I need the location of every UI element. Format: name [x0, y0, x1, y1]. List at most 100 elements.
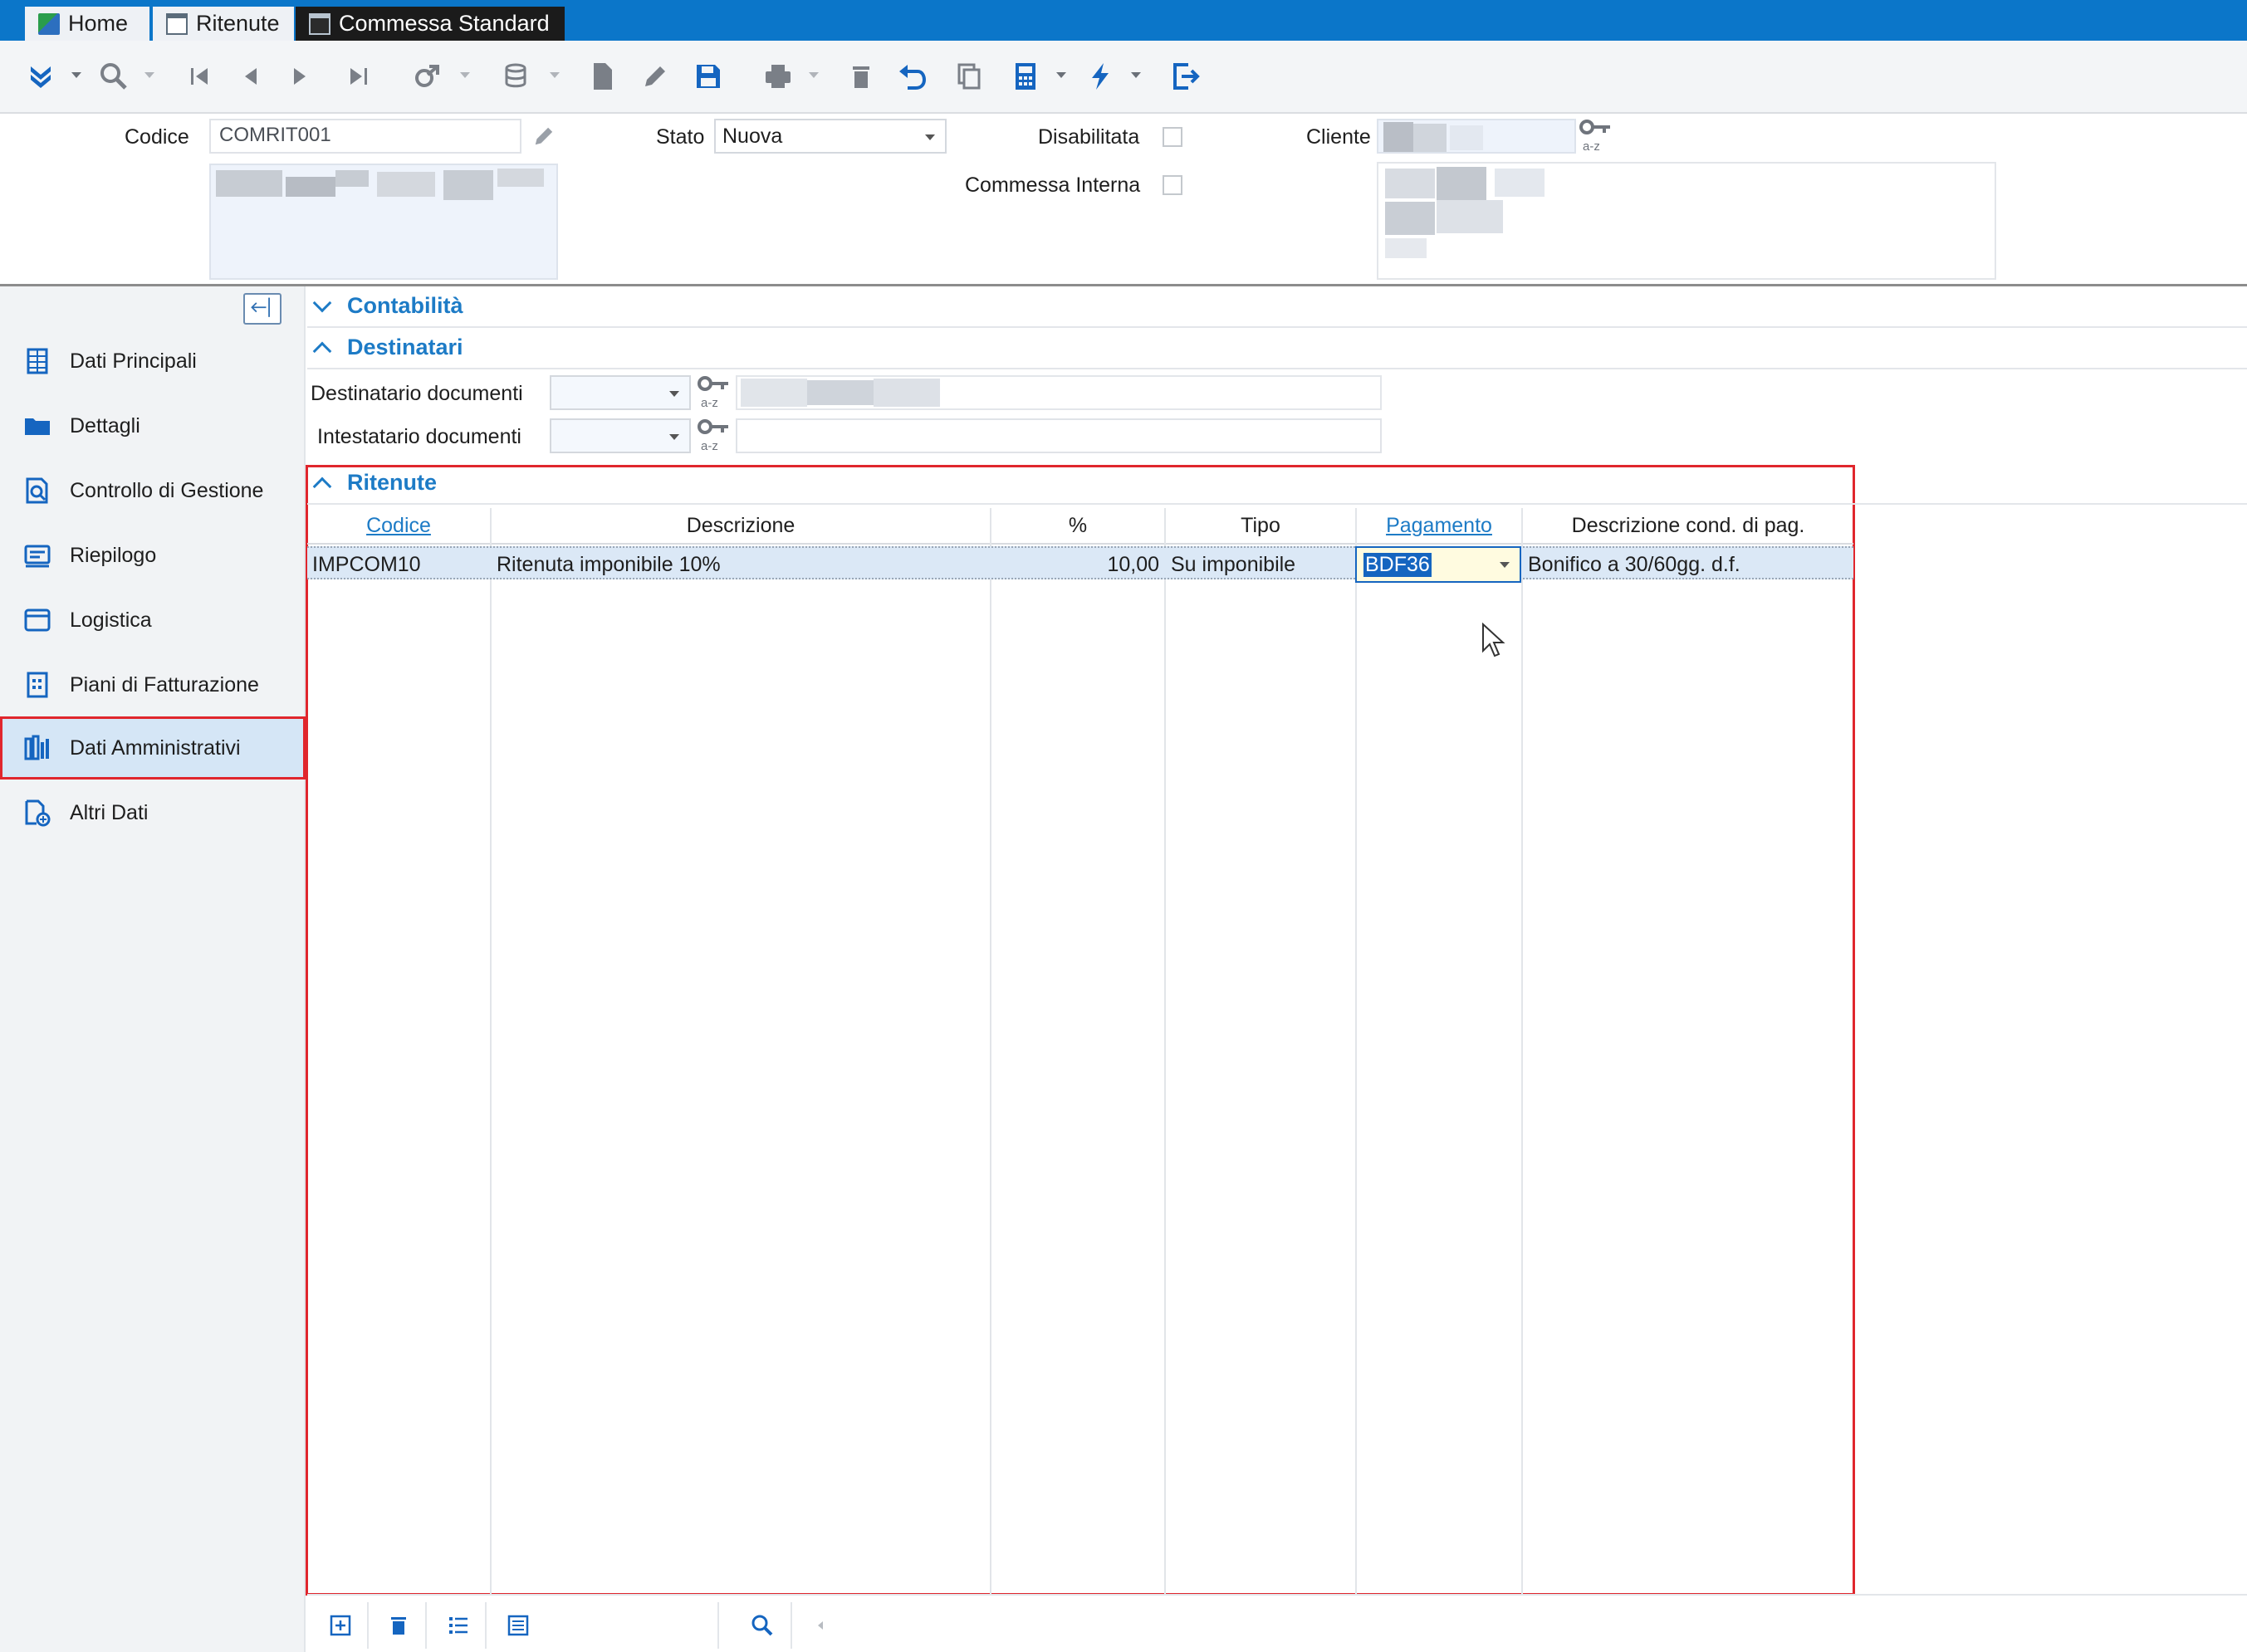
codice-value: COMRIT001 — [219, 124, 331, 146]
table-row[interactable]: IMPCOM10 Ritenuta imponibile 10% 10,00 S… — [307, 546, 1853, 583]
collapse-sidebar-icon[interactable] — [243, 293, 281, 325]
chevron-up-icon — [312, 477, 332, 496]
search-document-icon — [26, 477, 48, 504]
invoice-icon — [27, 672, 48, 698]
database-icon[interactable] — [497, 56, 538, 97]
undo-icon[interactable] — [892, 56, 933, 97]
grid-search-icon[interactable] — [744, 1607, 781, 1644]
column-header-percentuale[interactable]: % — [991, 508, 1164, 545]
detail-view-icon[interactable] — [500, 1607, 536, 1644]
grid-toolbar — [307, 1594, 2247, 1652]
expand-icon[interactable] — [20, 56, 61, 97]
section-ritenute[interactable]: Ritenute — [307, 463, 1853, 505]
stato-value: Nuova — [722, 125, 783, 148]
commessa-interna-label: Commessa Interna — [965, 174, 1141, 197]
svg-text:a-z: a-z — [1583, 139, 1600, 154]
sidebar-item-altri-dati[interactable]: Altri Dati — [0, 781, 306, 844]
chevron-down-icon — [669, 434, 679, 440]
add-row-icon[interactable] — [322, 1607, 359, 1644]
list-view-icon[interactable] — [440, 1607, 477, 1644]
first-record-icon[interactable] — [179, 56, 220, 97]
chevron-up-icon — [312, 341, 332, 361]
sidebar-item-piani-di-fatturazione[interactable]: Piani di Fatturazione — [0, 653, 306, 716]
box-icon — [24, 609, 51, 632]
column-header-codice[interactable]: Codice — [307, 508, 490, 545]
cell-percentuale[interactable]: 10,00 — [991, 548, 1164, 581]
record-header: Codice COMRIT001 Stato Nuova Disabilitat… — [0, 114, 2247, 286]
destinatario-description-field — [736, 375, 1382, 410]
codice-field[interactable]: COMRIT001 — [209, 119, 521, 154]
intestatario-lookup-key-icon[interactable]: a-z — [696, 417, 732, 453]
previous-record-icon[interactable] — [229, 56, 271, 97]
print-icon[interactable] — [757, 56, 799, 97]
form-icon — [166, 12, 188, 35]
add-document-icon — [25, 799, 51, 827]
sidebar-item-dati-amministrativi[interactable]: Dati Amministrativi — [0, 716, 306, 780]
last-record-icon[interactable] — [338, 56, 379, 97]
cliente-code-field[interactable] — [1377, 119, 1576, 154]
intestatario-description-field — [736, 418, 1382, 453]
delete-row-icon[interactable] — [380, 1607, 417, 1644]
column-header-pagamento[interactable]: Pagamento — [1357, 508, 1521, 545]
sidebar: Dati Principali Dettagli Controllo di Ge… — [0, 286, 306, 1652]
toolbar — [0, 41, 2247, 114]
stato-select[interactable]: Nuova — [714, 119, 947, 154]
svg-text:a-z: a-z — [701, 396, 718, 410]
new-document-icon[interactable] — [581, 56, 623, 97]
section-contabilita[interactable]: Contabilità — [307, 286, 2247, 328]
scroll-left-icon[interactable] — [802, 1607, 839, 1644]
sidebar-item-logistica[interactable]: Logistica — [0, 589, 306, 652]
cliente-label: Cliente — [1306, 125, 1371, 149]
tab-commessa-standard[interactable]: Commessa Standard — [296, 7, 565, 41]
lookup-key-icon[interactable]: a-z — [1578, 117, 1614, 154]
edit-icon[interactable] — [634, 56, 676, 97]
cell-descrizione-cond-pag[interactable]: Bonifico a 30/60gg. d.f. — [1523, 548, 1853, 581]
folder-icon — [25, 418, 50, 435]
commessa-interna-checkbox[interactable] — [1163, 175, 1182, 195]
destinatario-lookup-key-icon[interactable]: a-z — [696, 374, 732, 410]
destinatario-documenti-select[interactable] — [550, 375, 691, 410]
descrizione-field[interactable] — [209, 164, 558, 280]
column-header-descrizione[interactable]: Descrizione — [492, 508, 990, 545]
intestatario-documenti-label: Intestatario documenti — [317, 425, 521, 448]
summary-icon — [24, 545, 51, 568]
pagamento-selected-text: BDF36 — [1363, 553, 1432, 577]
grid-icon — [27, 348, 48, 374]
form-icon — [309, 12, 330, 35]
column-header-descrizione-cond-pag[interactable]: Descrizione cond. di pag. — [1523, 508, 1853, 545]
pagamento-edit-field[interactable]: BDF36 — [1355, 546, 1521, 583]
section-destinatari[interactable]: Destinatari — [307, 328, 2247, 369]
next-record-icon[interactable] — [280, 56, 321, 97]
calculator-icon[interactable] — [1005, 56, 1046, 97]
ritenute-grid: Codice Descrizione % Tipo Pagamento Desc… — [307, 508, 1853, 1594]
cell-tipo[interactable]: Su imponibile — [1166, 548, 1355, 581]
sidebar-item-controllo-di-gestione[interactable]: Controllo di Gestione — [0, 459, 306, 522]
destinatario-documenti-label: Destinatario documenti — [311, 382, 523, 405]
mouse-cursor-icon — [1482, 623, 1505, 657]
sidebar-item-riepilogo[interactable]: Riepilogo — [0, 524, 306, 587]
chevron-down-icon[interactable] — [1500, 562, 1510, 568]
link-icon[interactable] — [407, 56, 448, 97]
delete-icon[interactable] — [840, 56, 882, 97]
tab-home[interactable]: Home — [25, 7, 149, 41]
save-icon[interactable] — [688, 56, 729, 97]
cell-codice[interactable]: IMPCOM10 — [307, 548, 490, 581]
tab-ritenute[interactable]: Ritenute — [153, 7, 294, 41]
chevron-down-icon — [925, 134, 935, 140]
exit-icon[interactable] — [1164, 56, 1206, 97]
chevron-down-icon — [312, 293, 332, 313]
lightning-icon[interactable] — [1079, 56, 1121, 97]
disabilitata-checkbox[interactable] — [1163, 127, 1182, 147]
copy-icon[interactable] — [948, 56, 990, 97]
stato-label: Stato — [656, 125, 705, 149]
cell-descrizione[interactable]: Ritenuta imponibile 10% — [492, 548, 990, 581]
sidebar-item-dati-principali[interactable]: Dati Principali — [0, 330, 306, 393]
tab-strip: Home Ritenute Commessa Standard — [0, 0, 2247, 41]
codice-label: Codice — [125, 125, 189, 149]
intestatario-documenti-select[interactable] — [550, 418, 691, 453]
sidebar-item-dettagli[interactable]: Dettagli — [0, 394, 306, 457]
edit-codice-icon[interactable] — [530, 122, 558, 150]
search-icon[interactable] — [93, 56, 135, 97]
column-header-tipo[interactable]: Tipo — [1166, 508, 1355, 545]
cliente-description-field — [1377, 162, 1996, 280]
